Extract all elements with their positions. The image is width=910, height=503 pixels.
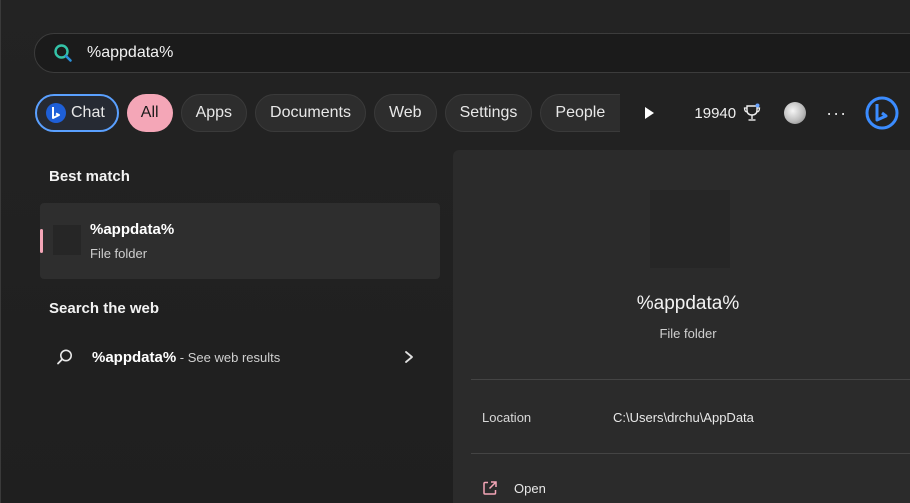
best-match-heading: Best match bbox=[49, 168, 130, 185]
preview-type: File folder bbox=[659, 326, 717, 341]
open-action[interactable]: Open bbox=[482, 480, 546, 496]
chat-button[interactable]: Chat bbox=[35, 94, 119, 132]
divider bbox=[471, 453, 910, 454]
search-icon bbox=[57, 349, 72, 365]
start-search-panel: %appdata% Chat All Apps Documents Web Se… bbox=[0, 0, 910, 503]
web-results-suffix: - See web results bbox=[176, 350, 281, 365]
result-type: File folder bbox=[90, 246, 148, 261]
location-label: Location bbox=[482, 410, 532, 425]
points-value: 19940 bbox=[694, 104, 737, 122]
chat-label: Chat bbox=[71, 104, 105, 121]
location-value: C:\Users\drchu\AppData bbox=[613, 410, 754, 425]
search-input[interactable]: %appdata% bbox=[87, 44, 173, 62]
filter-settings[interactable]: Settings bbox=[444, 94, 533, 132]
folder-preview-thumbnail bbox=[650, 190, 730, 268]
preview-name: %appdata% bbox=[636, 293, 740, 314]
search-icon bbox=[54, 44, 72, 62]
bing-logo-icon[interactable] bbox=[865, 96, 899, 130]
more-options-button[interactable]: ··· bbox=[826, 103, 847, 124]
trophy-icon bbox=[743, 103, 761, 121]
divider bbox=[471, 379, 910, 380]
scroll-right-icon[interactable] bbox=[638, 102, 660, 124]
result-name: %appdata% bbox=[90, 221, 175, 238]
open-label: Open bbox=[514, 480, 546, 496]
open-external-icon bbox=[483, 481, 497, 495]
folder-thumbnail bbox=[53, 225, 81, 255]
user-avatar[interactable] bbox=[784, 102, 807, 124]
filter-web[interactable]: Web bbox=[373, 94, 437, 132]
filter-all[interactable]: All bbox=[126, 94, 173, 132]
rewards-points[interactable]: 19940 bbox=[694, 103, 762, 123]
selection-indicator bbox=[40, 229, 43, 253]
search-web-heading: Search the web bbox=[49, 300, 160, 317]
preview-pane: %appdata% File folder Location C:\Users\… bbox=[453, 150, 910, 503]
web-search-result[interactable]: %appdata% - See web results bbox=[40, 340, 440, 376]
filter-documents[interactable]: Documents bbox=[255, 94, 366, 132]
web-query-text: %appdata% bbox=[92, 349, 177, 366]
web-query: %appdata% - See web results bbox=[92, 349, 280, 366]
search-bar[interactable]: %appdata% bbox=[34, 33, 910, 73]
filter-apps[interactable]: Apps bbox=[180, 94, 248, 132]
filter-bar: Chat All Apps Documents Web Settings Peo… bbox=[35, 93, 910, 133]
best-match-result[interactable]: %appdata% File folder bbox=[40, 203, 440, 279]
filter-people[interactable]: People bbox=[540, 94, 621, 132]
bing-chat-icon bbox=[46, 103, 66, 123]
chevron-right-icon[interactable] bbox=[402, 349, 416, 365]
